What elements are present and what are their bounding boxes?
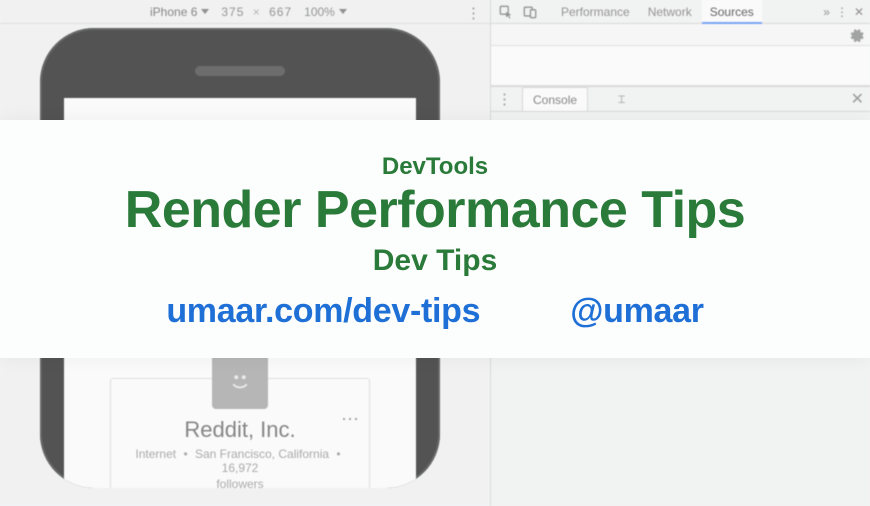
devtools-tabstrip: Performance Network Sources » ⋮ ✕ bbox=[491, 0, 870, 24]
dimension-x: × bbox=[253, 5, 261, 19]
avatar[interactable] bbox=[212, 353, 268, 409]
sources-body[interactable] bbox=[491, 46, 870, 86]
viewport-width: 375 bbox=[221, 5, 244, 19]
inspect-element-icon[interactable] bbox=[497, 3, 515, 21]
robot-icon bbox=[225, 366, 255, 396]
card-location: San Francisco, California bbox=[195, 447, 329, 461]
overlay-links: umaar.com/dev-tips @umaar bbox=[166, 292, 703, 331]
gear-icon[interactable] bbox=[848, 27, 864, 43]
overlay-link-url[interactable]: umaar.com/dev-tips bbox=[166, 292, 480, 331]
card-category: Internet bbox=[135, 447, 176, 461]
viewport-dimensions[interactable]: 375 × 667 bbox=[221, 5, 292, 19]
tab-sources[interactable]: Sources bbox=[702, 0, 762, 24]
close-icon[interactable]: ✕ bbox=[854, 5, 864, 19]
card-meta: Internet • San Francisco, California • 1… bbox=[123, 447, 357, 475]
card-count: 16,972 bbox=[222, 461, 259, 475]
devtools-tabs: Performance Network Sources bbox=[553, 0, 762, 24]
zoom-selector[interactable]: 100% bbox=[304, 5, 347, 19]
kebab-icon[interactable]: ⋮ bbox=[497, 90, 512, 108]
kebab-icon[interactable]: ⋮ bbox=[466, 4, 480, 22]
separator: • bbox=[183, 447, 187, 461]
device-toolbar: iPhone 6 375 × 667 100% ⋮ bbox=[0, 0, 490, 24]
card-title: Reddit, Inc. bbox=[123, 417, 357, 443]
text-cursor-icon: ⌶ bbox=[598, 92, 841, 106]
zoom-value: 100% bbox=[304, 5, 335, 19]
overlay-title: Render Performance Tips bbox=[125, 183, 745, 238]
kebab-icon[interactable]: ⋮ bbox=[836, 5, 848, 19]
drawer-tab-console[interactable]: Console bbox=[522, 87, 588, 111]
chevron-down-icon bbox=[201, 9, 209, 14]
device-name: iPhone 6 bbox=[150, 5, 197, 19]
overlay-subtitle: Dev Tips bbox=[373, 244, 498, 278]
tab-network[interactable]: Network bbox=[640, 0, 700, 24]
toggle-device-icon[interactable] bbox=[521, 3, 539, 21]
tab-performance[interactable]: Performance bbox=[553, 0, 638, 24]
title-overlay: DevTools Render Performance Tips Dev Tip… bbox=[0, 120, 870, 358]
separator: • bbox=[336, 447, 340, 461]
followers-label: followers bbox=[123, 477, 357, 488]
more-tabs-icon[interactable]: » bbox=[823, 5, 830, 19]
overlay-link-handle[interactable]: @umaar bbox=[570, 292, 703, 331]
close-icon[interactable]: ✕ bbox=[851, 89, 864, 109]
sources-toolbar bbox=[491, 24, 870, 46]
chevron-down-icon bbox=[339, 9, 347, 14]
profile-card: ⋯ Reddit, Inc. Internet • San Francisco,… bbox=[110, 378, 370, 488]
viewport-height: 667 bbox=[269, 5, 292, 19]
device-selector[interactable]: iPhone 6 bbox=[150, 5, 209, 19]
devtools-drawer: ⋮ Console ⌶ ✕ bbox=[491, 86, 870, 112]
overlay-supertitle: DevTools bbox=[382, 153, 488, 181]
more-icon[interactable]: ⋯ bbox=[341, 409, 359, 430]
